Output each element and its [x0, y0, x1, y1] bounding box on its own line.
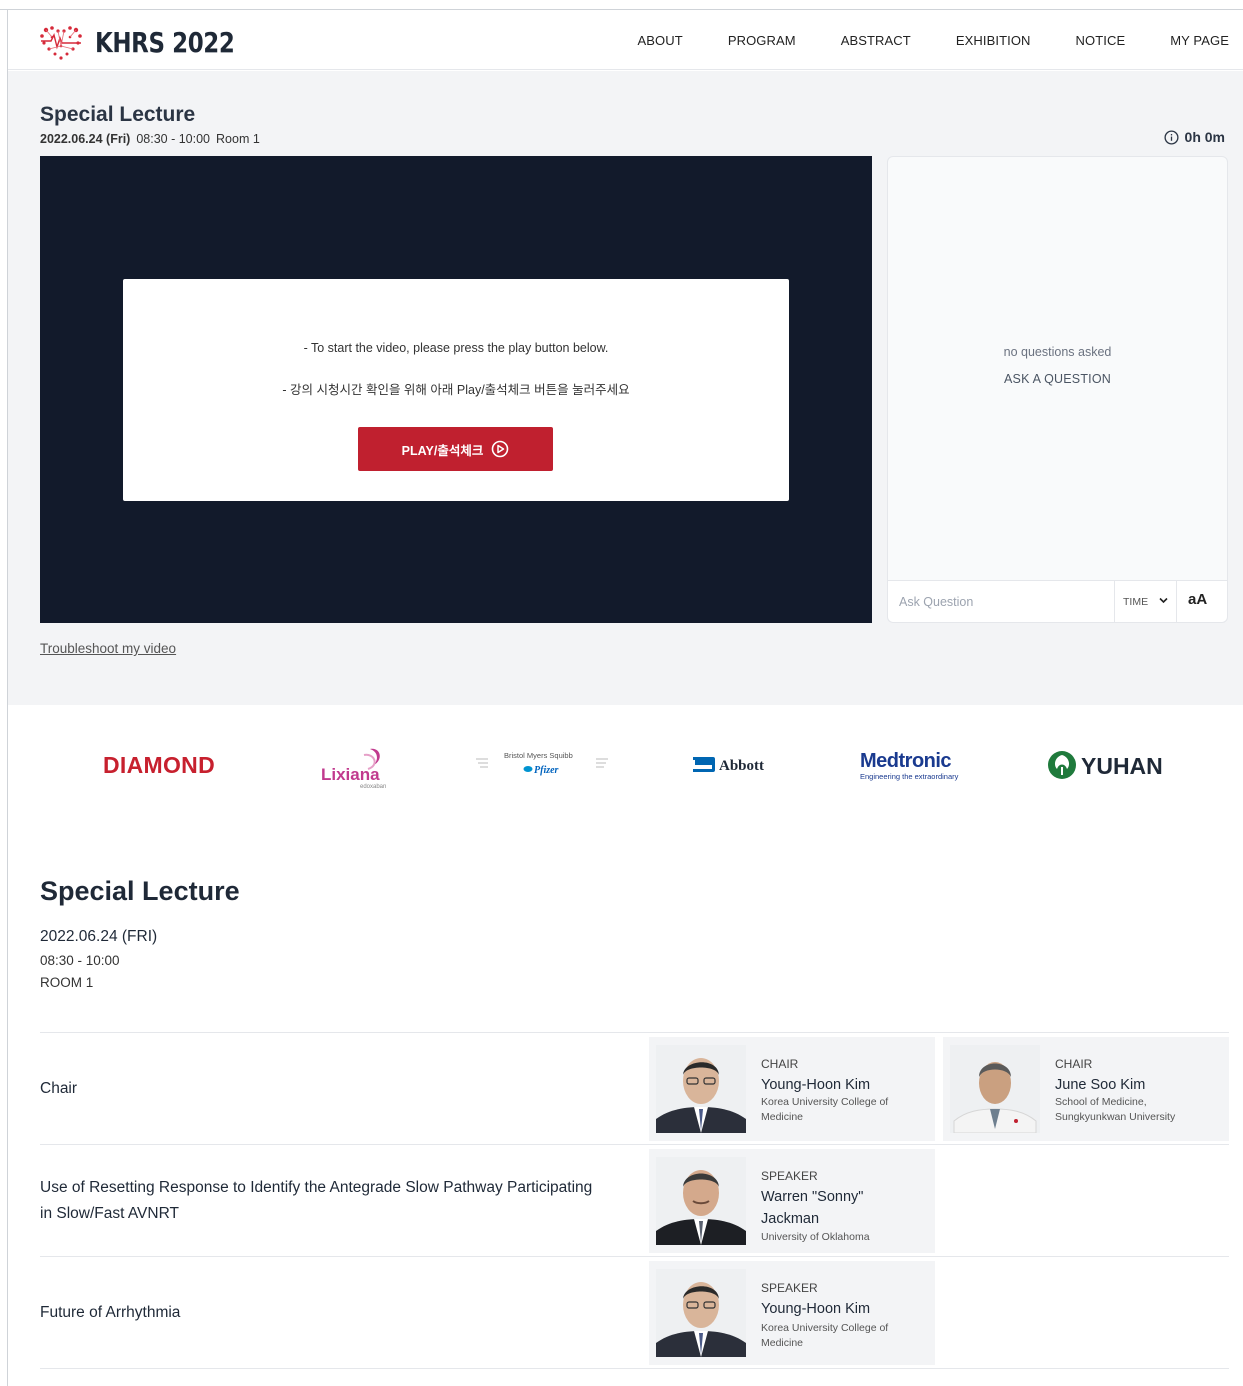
detail-time: 08:30 - 10:00: [40, 953, 120, 968]
sponsor-yuhan-logo[interactable]: YUHAN: [1045, 705, 1175, 825]
main-nav: ABOUT PROGRAM ABSTRACT EXHIBITION NOTICE…: [593, 10, 1229, 70]
nav-program[interactable]: PROGRAM: [728, 33, 796, 48]
timer-value: 0h 0m: [1184, 129, 1225, 145]
person-card[interactable]: CHAIR June Soo Kim School of Medicine, S…: [943, 1037, 1229, 1141]
nav-my-page[interactable]: MY PAGE: [1170, 33, 1229, 48]
abbott-wordmark: Abbott: [719, 758, 764, 774]
lixiana-wordmark: Lixiana: [321, 765, 380, 784]
video-player[interactable]: - To start the video, please press the p…: [40, 156, 872, 623]
program-row-chair: Chair CHAIR Young-Hoon Kim Korea Univers…: [40, 1032, 1229, 1144]
medtronic-wordmark: Medtronic: [860, 750, 951, 772]
sponsor-diamond-label: DIAMOND: [103, 751, 215, 778]
watch-timer: 0h 0m: [1163, 129, 1225, 145]
person-affiliation: Korea University College of Medicine: [761, 1322, 889, 1349]
troubleshoot-video-link[interactable]: Troubleshoot my video: [40, 641, 176, 656]
pfizer-wordmark: Pfizer: [534, 765, 559, 776]
live-session: Special Lecture 2022.06.24 (Fri) 08:30 - …: [8, 71, 1243, 705]
sponsor-lixiana-logo[interactable]: Lixiana edoxaban: [318, 705, 398, 825]
session-meta: 2022.06.24 (Fri) 08:30 - 10:00 Room 1: [40, 132, 260, 146]
heart-logo-icon[interactable]: [38, 24, 84, 60]
detail-title: Special Lecture: [40, 876, 240, 906]
sort-select[interactable]: TIME: [1115, 581, 1177, 622]
person-name: Young-Hoon Kim: [761, 1301, 871, 1317]
person-role: CHAIR: [1055, 1057, 1093, 1071]
nav-exhibition[interactable]: EXHIBITION: [956, 33, 1031, 48]
ask-question-link[interactable]: ASK A QUESTION: [888, 372, 1227, 386]
nav-about[interactable]: ABOUT: [638, 33, 683, 48]
person-affiliation: School of Medicine, Sungkyunkwan Univers…: [1055, 1096, 1176, 1123]
detail-room: ROOM 1: [40, 975, 94, 990]
chevron-down-icon: [1159, 597, 1168, 604]
site-header: KHRS 2022 ABOUT PROGRAM ABSTRACT EXHIBIT…: [8, 10, 1243, 70]
info-icon: [1163, 129, 1179, 145]
row-label: Future of Arrhythmia: [40, 1304, 181, 1321]
person-card[interactable]: CHAIR Young-Hoon Kim Korea University Co…: [649, 1037, 935, 1141]
bms-wordmark: Bristol Myers Squibb: [504, 751, 573, 760]
person-name: Warren "Sonny" Jackman: [761, 1189, 864, 1227]
detail-date: 2022.06.24 (FRI): [40, 928, 158, 945]
sponsor-medtronic-logo[interactable]: Medtronic Engineering the extraordinary: [860, 705, 980, 825]
person-role: CHAIR: [761, 1057, 799, 1071]
session-time: 08:30 - 10:00: [136, 132, 211, 146]
lixiana-subtitle: edoxaban: [360, 784, 386, 790]
sort-select-value: TIME: [1123, 595, 1149, 608]
program-row-lecture-2: Future of Arrhythmia SPEAKER Young-Hoon …: [40, 1256, 1229, 1368]
play-circle-icon: [492, 440, 509, 458]
avatar: [656, 1269, 746, 1357]
person-role: SPEAKER: [761, 1169, 818, 1183]
sponsor-logos: DIAMOND Lixiana edoxaban Bristol Myers S…: [8, 705, 1243, 825]
session-title: Special Lecture: [40, 103, 196, 126]
row-label: Chair: [40, 1080, 78, 1097]
play-attendance-button[interactable]: PLAY/출석체크: [358, 427, 553, 471]
person-name: Young-Hoon Kim: [761, 1077, 871, 1093]
notice-korean: - 강의 시청시간 확인을 위해 아래 Play/출석체크 버튼을 눌러주세요: [282, 383, 630, 397]
qa-panel: no questions asked ASK A QUESTION TIME a…: [887, 156, 1228, 623]
ask-question-input[interactable]: [888, 581, 1115, 622]
avatar: [950, 1045, 1040, 1133]
play-button-label: PLAY/출석체크: [401, 443, 484, 458]
session-room: Room 1: [216, 132, 260, 146]
avatar: [656, 1157, 746, 1245]
sponsor-bms-pfizer-logo[interactable]: Bristol Myers Squibb Pfizer: [474, 705, 614, 825]
nav-notice[interactable]: NOTICE: [1076, 33, 1126, 48]
person-affiliation: University of Oklahoma: [761, 1231, 870, 1243]
qa-empty-state: no questions asked: [1003, 345, 1112, 359]
font-size-toggle[interactable]: aA: [1188, 591, 1207, 608]
medtronic-tagline: Engineering the extraordinary: [860, 772, 959, 781]
row-divider: [40, 1368, 1229, 1369]
session-date: 2022.06.24 (Fri): [40, 132, 131, 146]
notice-english: - To start the video, please press the p…: [303, 341, 609, 355]
row-label: Use of Resetting Response to Identify th…: [40, 1179, 593, 1222]
program-row-lecture-1: Use of Resetting Response to Identify th…: [40, 1144, 1229, 1256]
person-affiliation: Korea University College of Medicine: [761, 1096, 889, 1123]
nav-abstract[interactable]: ABSTRACT: [841, 33, 911, 48]
person-card[interactable]: SPEAKER Warren "Sonny" Jackman Universit…: [649, 1149, 935, 1253]
sponsor-abbott-logo[interactable]: Abbott: [691, 705, 781, 825]
person-card[interactable]: SPEAKER Young-Hoon Kim Korea University …: [649, 1261, 935, 1365]
yuhan-wordmark: YUHAN: [1081, 753, 1163, 779]
avatar: [656, 1045, 746, 1133]
person-name: June Soo Kim: [1055, 1077, 1146, 1093]
person-role: SPEAKER: [761, 1281, 818, 1295]
play-notice: - To start the video, please press the p…: [123, 279, 789, 501]
qa-input-bar: TIME aA: [888, 580, 1227, 622]
brand-title[interactable]: KHRS 2022: [95, 26, 235, 59]
